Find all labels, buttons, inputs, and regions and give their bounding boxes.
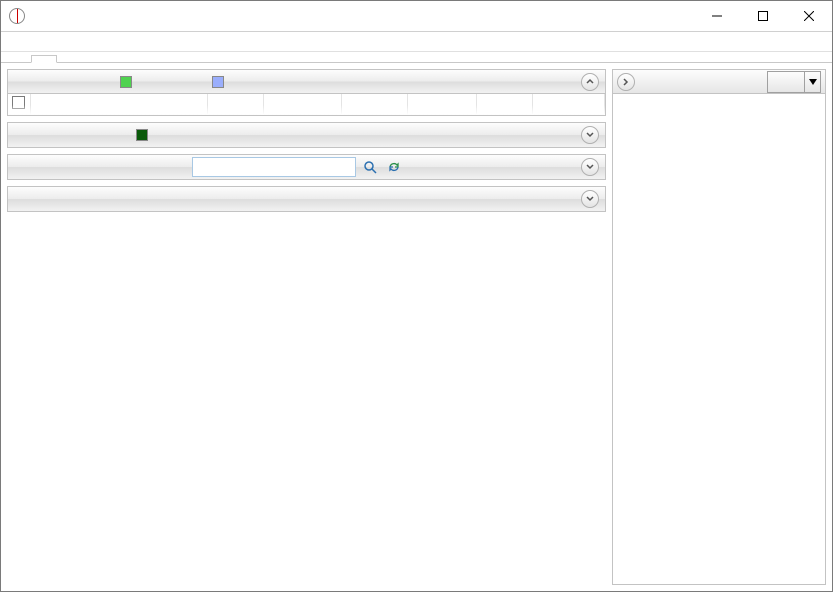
maximize-button[interactable] <box>740 1 786 31</box>
col-cpu[interactable] <box>477 94 533 115</box>
col-description[interactable] <box>263 94 341 115</box>
col-pid[interactable] <box>208 94 264 115</box>
expand-handles-button[interactable] <box>581 158 599 176</box>
views-dropdown[interactable] <box>767 71 821 93</box>
left-pane <box>1 63 606 591</box>
tab-cpu[interactable] <box>31 55 57 63</box>
refresh-icon[interactable] <box>384 157 404 177</box>
col-status[interactable] <box>341 94 408 115</box>
panel-processes <box>7 69 606 116</box>
expand-services-button[interactable] <box>581 126 599 144</box>
panel-modules <box>7 186 606 212</box>
window-buttons <box>694 1 832 31</box>
panel-services-header[interactable] <box>8 123 605 147</box>
col-threads[interactable] <box>408 94 477 115</box>
process-table-header-row <box>8 94 605 115</box>
close-button[interactable] <box>786 1 832 31</box>
darkgreen-swatch-icon <box>136 129 148 141</box>
panel-handles-header[interactable] <box>8 155 605 179</box>
services-cpu-legend <box>136 129 152 141</box>
green-swatch-icon <box>120 76 132 88</box>
menubar <box>1 32 832 52</box>
panel-services <box>7 122 606 148</box>
max-freq-legend <box>212 76 228 88</box>
col-checkbox[interactable] <box>8 94 30 115</box>
panel-processes-header[interactable] <box>8 70 605 94</box>
app-window <box>0 0 833 592</box>
collapse-right-pane-button[interactable] <box>617 73 635 91</box>
views-label <box>768 80 804 84</box>
process-table-scroll[interactable] <box>8 94 605 115</box>
tab-network[interactable] <box>109 55 135 63</box>
process-table <box>8 94 605 115</box>
content <box>1 63 832 591</box>
tab-disk[interactable] <box>83 55 109 63</box>
panel-modules-header[interactable] <box>8 187 605 211</box>
expand-modules-button[interactable] <box>581 190 599 208</box>
tab-overview[interactable] <box>5 55 31 63</box>
search-handles-input[interactable] <box>192 157 356 177</box>
panel-handles <box>7 154 606 180</box>
app-icon <box>9 8 25 24</box>
search-icon[interactable] <box>360 157 380 177</box>
tab-memory[interactable] <box>57 55 83 63</box>
checkbox-icon[interactable] <box>12 96 25 109</box>
collapse-processes-button[interactable] <box>581 73 599 91</box>
right-pane-header <box>613 70 825 94</box>
blue-swatch-icon <box>212 76 224 88</box>
cpu-usage-legend <box>120 76 136 88</box>
minimize-button[interactable] <box>694 1 740 31</box>
tabs <box>1 52 832 63</box>
col-image[interactable] <box>30 94 208 115</box>
handles-search-row <box>192 157 404 177</box>
col-avg[interactable] <box>532 94 604 115</box>
right-pane <box>612 69 826 585</box>
titlebar[interactable] <box>1 1 832 32</box>
chevron-down-icon <box>804 72 820 92</box>
graphs-container <box>613 94 825 584</box>
